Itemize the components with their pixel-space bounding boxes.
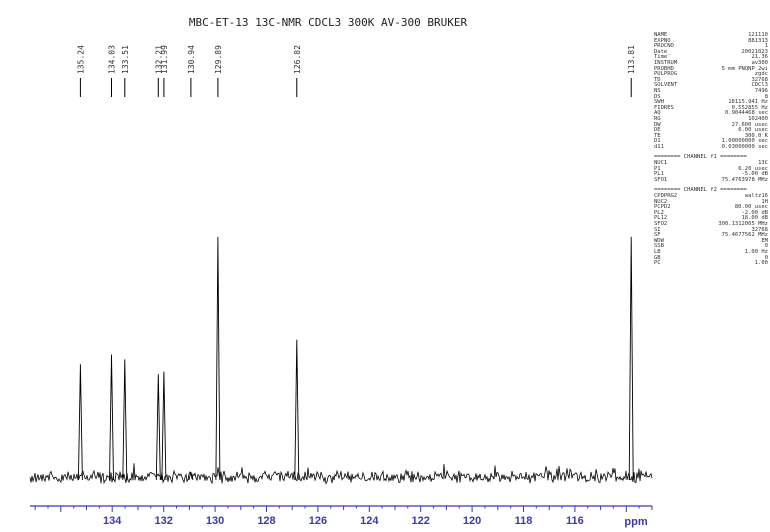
param-key: SFO1 xyxy=(654,176,668,183)
peak-4 xyxy=(161,371,167,481)
peak-label: 134.03 xyxy=(108,45,117,74)
param-value: 0.03000000 sec xyxy=(721,143,768,150)
peak-label: 129.89 xyxy=(214,45,223,74)
param-value: 1.00 xyxy=(754,260,768,267)
peak-label: 126.82 xyxy=(293,45,302,74)
peak-2 xyxy=(122,359,128,481)
param-row: d11 0.03000000 sec xyxy=(654,143,768,151)
x-tick-label: 120 xyxy=(463,515,481,527)
x-tick-label: 124 xyxy=(360,515,379,527)
peak-label: 133.51 xyxy=(121,45,130,74)
x-tick-label: 130 xyxy=(206,515,224,527)
peak-labels: 135.24 134.03 133.51 132.21131.99 130.94 129.… xyxy=(76,45,636,97)
x-tick-label: 118 xyxy=(515,515,533,527)
peak-6 xyxy=(215,236,221,481)
chart-title: MBC-ET-13 13C-NMR CDCL3 300K AV-300 BRUK… xyxy=(189,16,468,29)
param-key: PC xyxy=(654,260,661,267)
peak-label: 131.99 xyxy=(160,45,169,74)
x-axis-label: ppm xyxy=(624,516,647,528)
param-row: SFO1 75.4763978 MHz xyxy=(654,176,768,184)
peak-1 xyxy=(109,354,114,481)
peak-7 xyxy=(294,339,300,481)
peak-3 xyxy=(155,374,161,481)
x-tick-label: 128 xyxy=(257,515,275,527)
x-tick-label: 134 xyxy=(103,515,122,527)
param-value: 75.4763978 MHz xyxy=(721,176,768,183)
peaks xyxy=(77,236,634,481)
acquisition-parameters: NAME 121110 EXPNO 881313 PROCNO 1 Date_ 2002102… xyxy=(654,32,768,267)
peak-label: 113.81 xyxy=(627,45,636,74)
x-tick-label: 126 xyxy=(309,515,327,527)
peak-0 xyxy=(77,364,83,481)
x-tick-label: 132 xyxy=(155,515,173,527)
x-axis-ticks: 134 132 130 128 126 124 122 120 118 116 xyxy=(34,506,653,527)
param-row: PC 1.00 xyxy=(654,261,768,267)
x-tick-label: 116 xyxy=(566,515,584,527)
peak-label: 135.24 xyxy=(76,45,85,74)
x-tick-label: 122 xyxy=(412,515,430,527)
param-key: d11 xyxy=(654,143,664,150)
peak-label: 130.94 xyxy=(187,45,196,74)
peak-8 xyxy=(628,236,634,481)
